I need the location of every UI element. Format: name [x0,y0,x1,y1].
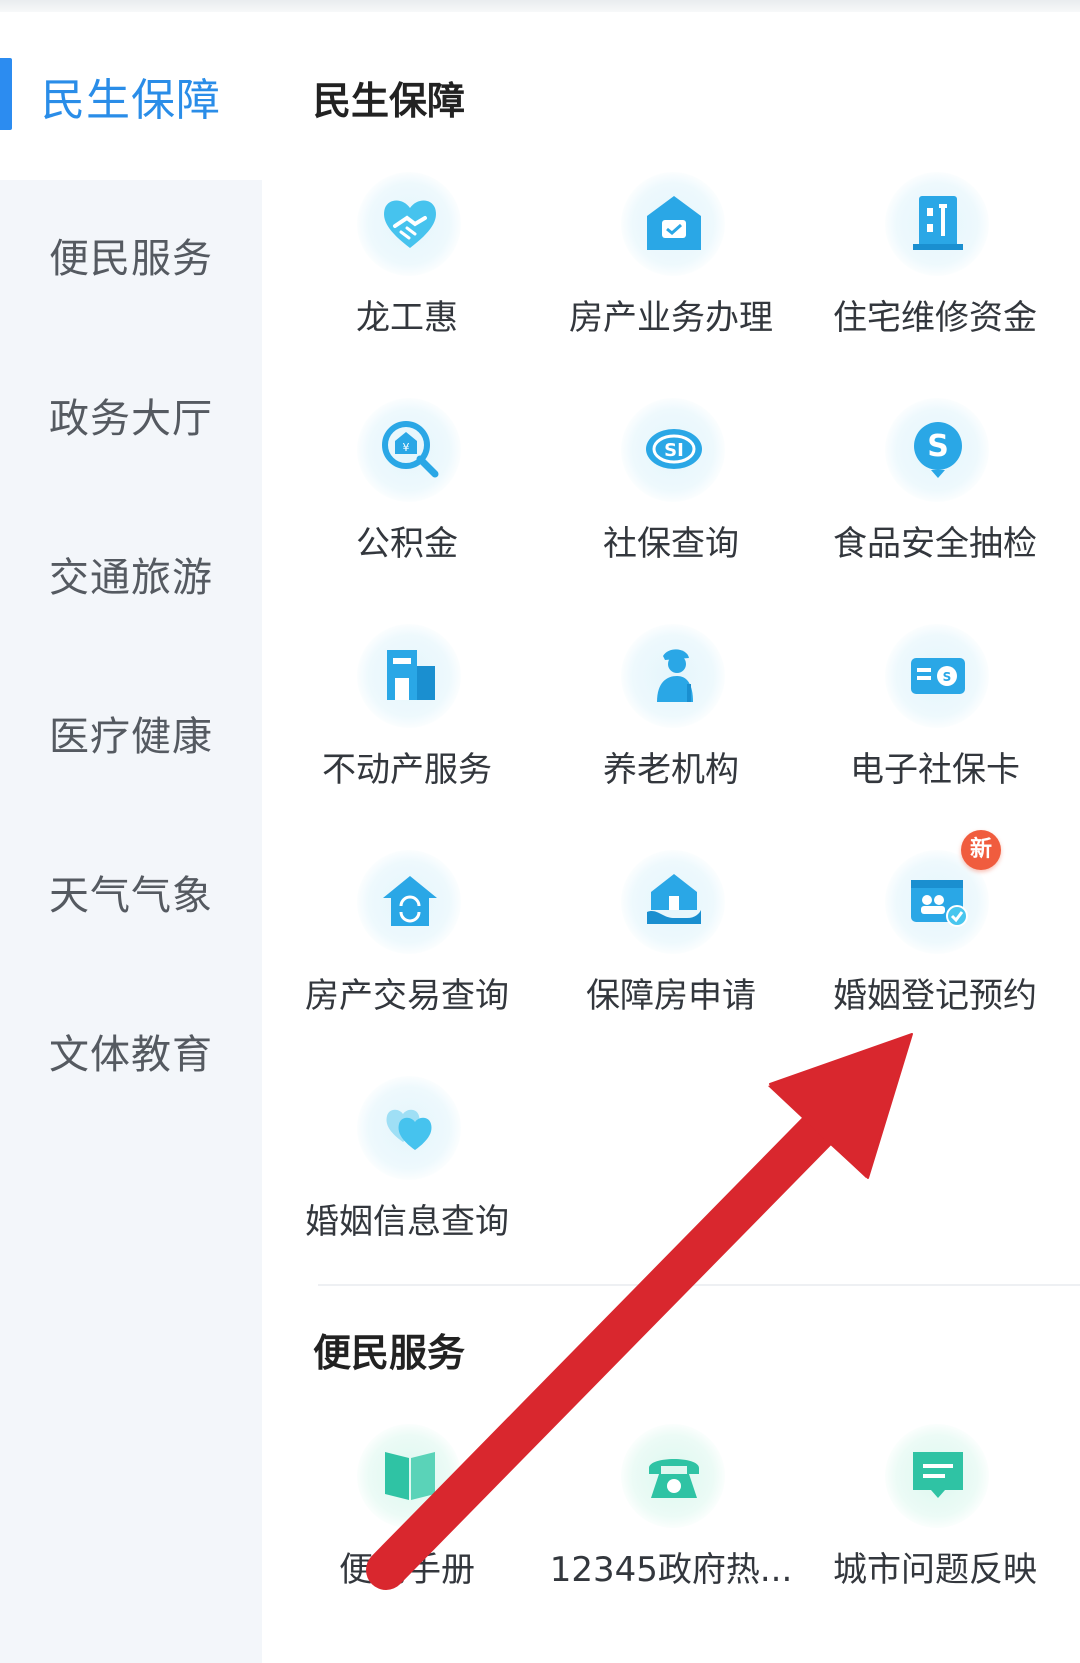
house-exchange-icon [357,850,461,954]
service-label: 电子社保卡 [850,750,1020,790]
service-chengshi-wenti[interactable]: 城市问题反映 [803,1424,1067,1624]
top-shadow-bar [0,0,1080,12]
section-title-bianmin: 便民服务 [313,1331,466,1375]
service-fangchan-jiaoyi[interactable]: 房产交易查询 [275,850,539,1050]
service-yanglao-jigou[interactable]: 养老机构 [539,624,803,824]
sidebar-item-bianmin[interactable]: 便民服务 [0,226,262,284]
elderly-person-icon [621,624,725,728]
service-dianzi-shebaoka[interactable]: S 电子社保卡 [803,624,1067,824]
service-longgonghui[interactable]: 龙工惠 [275,172,539,372]
service-label: 保障房申请 [586,976,756,1016]
service-label: 城市问题反映 [833,1550,1037,1590]
service-label: 龙工惠 [356,298,458,338]
house-in-hand-icon [621,850,725,954]
service-label: 便民手册 [339,1550,475,1590]
service-label: 住宅维修资金 [833,298,1037,338]
service-label: 12345政府热... [549,1550,793,1590]
svg-text:S: S [927,429,949,464]
service-label: 房产交易查询 [305,976,509,1016]
sidebar-item-minsheng[interactable]: 民生保障 [0,64,262,128]
sidebar-item-wenti[interactable]: 文体教育 [0,1022,262,1080]
service-12345-rexian[interactable]: 12345政府热... [539,1424,803,1624]
search-yuan-house-icon: ¥ [357,398,461,502]
service-label: 社保查询 [603,524,739,564]
s-search-icon: S [885,398,989,502]
service-shipin-anquan[interactable]: S 食品安全抽检 [803,398,1067,598]
section-divider [318,1284,1080,1286]
service-hunyin-dengji[interactable]: 新 婚姻登记预约 [803,830,1067,1050]
message-icon [885,1424,989,1528]
building-icon [357,624,461,728]
svg-text:S: S [943,670,952,684]
service-hunyin-xinxi[interactable]: 婚姻信息查询 [275,1076,539,1276]
house-id-icon [621,172,725,276]
service-budongchan[interactable]: 不动产服务 [275,624,539,824]
new-badge: 新 [961,830,1001,870]
service-weixiu-zijin[interactable]: 住宅维修资金 [803,172,1067,372]
service-label: 房产业务办理 [569,298,773,338]
sidebar-item-zhengwu[interactable]: 政务大厅 [0,386,262,444]
svg-text:¥: ¥ [403,441,410,454]
si-logo-icon: SI [621,398,725,502]
service-label: 公积金 [356,524,458,564]
building-tools-icon [885,172,989,276]
hearts-icon [357,1076,461,1180]
service-label: 养老机构 [603,750,739,790]
sidebar-item-tianqi[interactable]: 天气气象 [0,863,262,921]
service-shebao-chaxun[interactable]: SI 社保查询 [539,398,803,598]
sidebar-item-yiliao[interactable]: 医疗健康 [0,704,262,762]
service-fangchan-yewu[interactable]: 房产业务办理 [539,172,803,372]
service-label: 婚姻信息查询 [305,1202,509,1242]
service-gongjijin[interactable]: ¥ 公积金 [275,398,539,598]
telephone-icon [621,1424,725,1528]
svg-text:SI: SI [664,440,684,461]
service-baozhangfang[interactable]: 保障房申请 [539,850,803,1050]
service-label: 食品安全抽检 [833,524,1037,564]
book-icon [357,1424,461,1528]
sidebar-item-jiaotong[interactable]: 交通旅游 [0,545,262,603]
social-security-card-icon: S [885,624,989,728]
section-title-minsheng: 民生保障 [313,79,466,123]
service-bianmin-shouce[interactable]: 便民手册 [275,1424,539,1624]
service-label: 婚姻登记预约 [833,976,1037,1016]
handshake-heart-icon [357,172,461,276]
service-label: 不动产服务 [322,750,492,790]
